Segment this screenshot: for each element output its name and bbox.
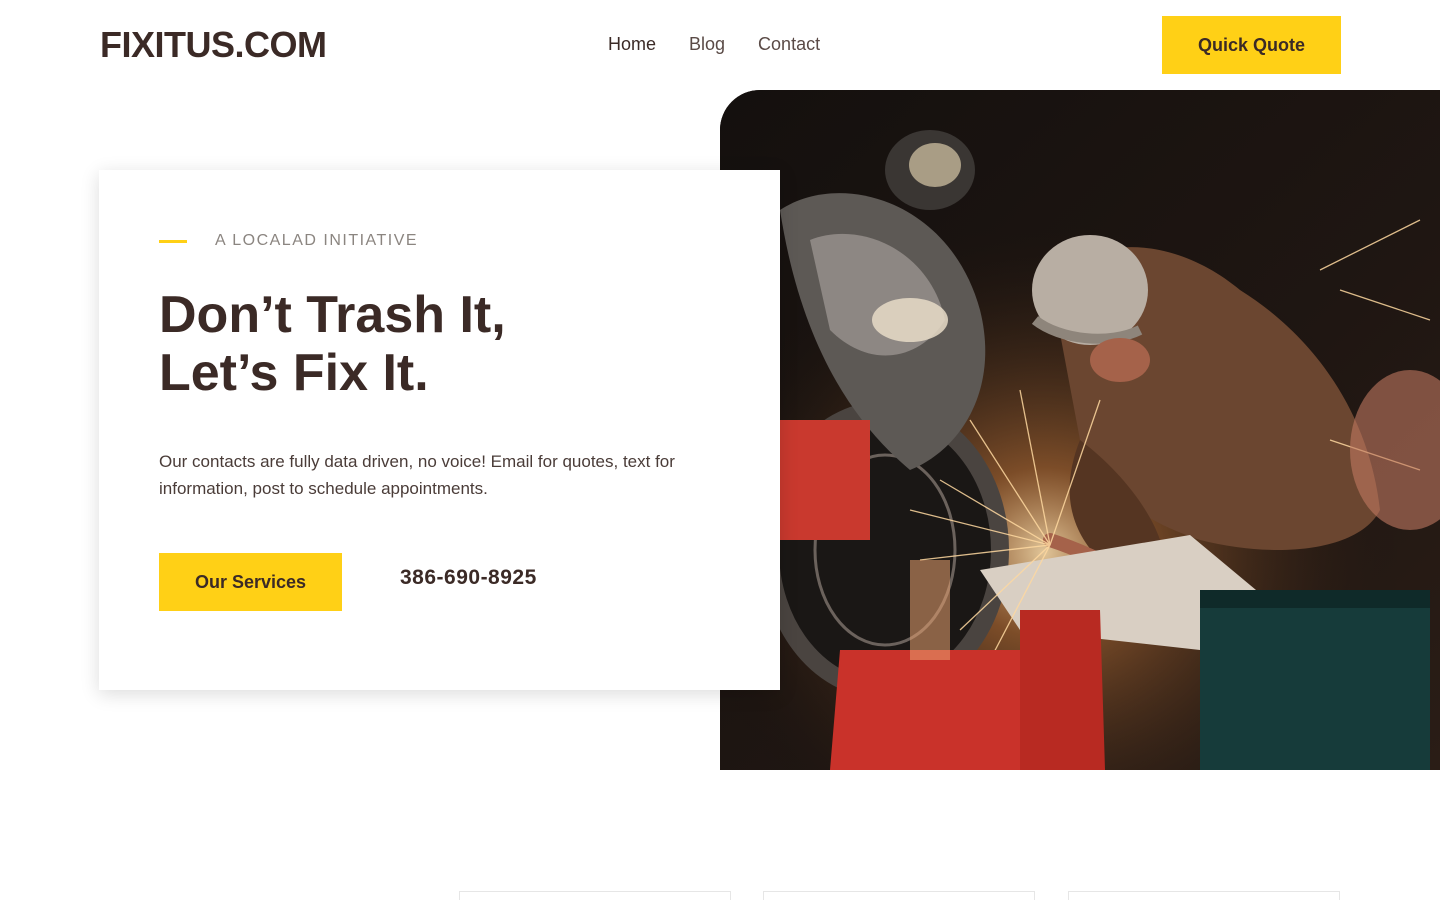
headline-line-1: Don’t Trash It, (159, 286, 506, 344)
phone-number-link[interactable]: 386-690-8925 (400, 566, 537, 590)
quick-quote-button[interactable]: Quick Quote (1162, 16, 1341, 74)
our-services-button[interactable]: Our Services (159, 553, 342, 611)
hero-description: Our contacts are fully data driven, no v… (159, 452, 675, 498)
nav-blog-link[interactable]: Blog (689, 32, 725, 56)
nav-home-link[interactable]: Home (608, 32, 656, 56)
main-nav: Home Blog Contact (608, 32, 820, 56)
hero-kicker: A LOCALAD INITIATIVE (159, 232, 418, 250)
kicker-accent-line (159, 239, 187, 243)
site-header: FIXITUS.COM Home Blog Contact Quick Quot… (0, 0, 1440, 90)
hero-photo-mechanic-welding (720, 90, 1440, 770)
hero-card: A LOCALAD INITIATIVE Don’t Trash It, Let… (99, 170, 780, 690)
feature-card-3 (1068, 891, 1340, 900)
hero-photo-illustration (720, 90, 1440, 770)
nav-contact-link[interactable]: Contact (758, 32, 820, 56)
hero-headline: Don’t Trash It, Let’s Fix It. (159, 286, 719, 402)
feature-card-2 (763, 891, 1035, 900)
kicker-text: A LOCALAD INITIATIVE (215, 232, 419, 249)
feature-card-1 (459, 891, 731, 900)
headline-line-2: Let’s Fix It. (159, 344, 429, 402)
site-logo[interactable]: FIXITUS.COM (100, 24, 327, 66)
